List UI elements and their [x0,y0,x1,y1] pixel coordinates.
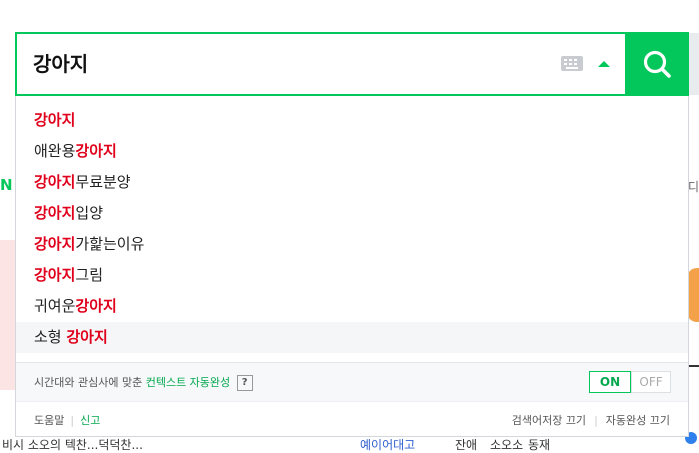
suggestion-text: 귀여운 [34,297,76,315]
suggestion-text: 그림 [75,266,104,284]
toggle-off-button[interactable]: OFF [631,371,671,393]
suggestion-text: 가핥는이유 [75,235,145,253]
suggestion-match: 강아지 [75,142,117,160]
suggestion-list: 강아지 애완용강아지 강아지무료분양 강아지입양 강아지가핥는이유 강아지그림 귀여운강아지… [16,105,688,353]
background-letter-right: 디 [687,180,699,194]
autocomplete-dropdown: 강아지 애완용강아지 강아지무료분양 강아지입양 강아지가핥는이유 강아지그림 귀여운강아지… [15,96,689,437]
suggestion-item[interactable]: 귀여운강아지 [16,291,688,322]
background-letter: N [0,176,13,194]
help-link[interactable]: 도움말 [34,414,64,427]
suggestion-item[interactable]: 강아지무료분양 [16,167,688,198]
autocomplete-off-link[interactable]: 자동완성 끄기 [606,414,670,427]
suggestion-match: 강아지 [34,204,76,222]
suggestion-item[interactable]: 강아지입양 [16,198,688,229]
suggestion-text: 무료분양 [75,173,131,191]
magnifier-icon [643,50,671,78]
suggestion-match: 강아지 [34,235,76,253]
suggestion-match: 강아지 [75,297,117,315]
notice-label: 시간대와 관심사에 맞춘 [34,376,146,389]
search-box [15,32,627,96]
background-headline: 소오소 [490,438,524,452]
caret-up-icon[interactable] [598,61,610,67]
footer-left: 도움말 | 신고 [34,414,101,427]
suggestion-match: 강아지 [66,328,108,346]
suggestion-item[interactable]: 강아지그림 [16,260,688,291]
suggestion-item[interactable]: 강아지가핥는이유 [16,229,688,260]
suggestion-match: 강아지 [34,266,76,284]
suggestion-match: 강아지 [34,111,76,129]
suggestion-item[interactable]: 애완용강아지 [16,136,688,167]
history-off-link[interactable]: 검색어저장 끄기 [512,414,586,427]
suggestion-match: 강아지 [34,173,76,191]
context-autocomplete-notice: 시간대와 관심사에 맞춘 컨텍스트 자동완성 ? ON OFF [16,362,688,401]
background-headline: 동재 [528,438,551,452]
context-autocomplete-link[interactable]: 컨텍스트 자동완성 [146,376,230,389]
toggle-on-button[interactable]: ON [589,371,631,393]
background-scroll-edge [689,33,699,95]
suggestion-text: 소형 [34,328,67,346]
report-link[interactable]: 신고 [80,414,100,427]
background-headline: 잔애 [455,438,478,452]
suggestion-text: 입양 [75,204,104,222]
suggestion-text: 애완용 [34,142,76,160]
notice-text: 시간대와 관심사에 맞춘 컨텍스트 자동완성 ? [34,374,253,391]
background-divider [688,365,699,367]
keyboard-icon[interactable] [561,56,583,71]
background-headline: 예이어대고 [360,438,416,452]
footer-right: 검색어저장 끄기 | 자동완성 끄기 [511,414,670,427]
background-banner [0,240,15,390]
background-headline: 비시 소오의 텍찬...덕덕찬... [2,438,143,452]
help-icon[interactable]: ? [236,375,253,391]
dropdown-footer: 도움말 | 신고 검색어저장 끄기 | 자동완성 끄기 [16,401,688,437]
suggestion-item[interactable]: 강아지 [16,105,688,136]
search-button[interactable] [625,32,689,96]
search-input[interactable] [33,34,553,94]
suggestion-item[interactable]: 소형 강아지 [16,322,688,353]
